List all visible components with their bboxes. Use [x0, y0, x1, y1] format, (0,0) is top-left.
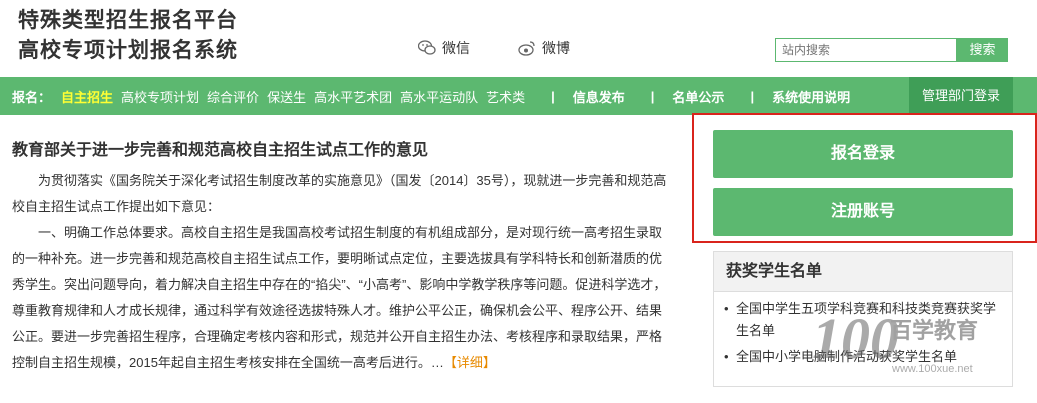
- nav-separator: |: [551, 88, 555, 104]
- nav-item-yishulei[interactable]: 艺术类: [486, 87, 525, 106]
- admin-login-button[interactable]: 管理部门登录: [909, 77, 1013, 115]
- weibo-label: 微博: [542, 40, 570, 56]
- search-input[interactable]: [775, 38, 957, 62]
- nav-item-yishutuan[interactable]: 高水平艺术团: [314, 87, 392, 106]
- weibo-link[interactable]: 微博: [518, 38, 570, 58]
- nav-links: 报名： 自主招生 高校专项计划 综合评价 保送生 高水平艺术团 高水平运动队 艺…: [12, 77, 858, 115]
- award-panel-title: 获奖学生名单: [714, 252, 1012, 292]
- weibo-icon: [518, 41, 535, 56]
- wechat-icon: [418, 40, 436, 55]
- nav-item-list[interactable]: 名单公示: [672, 87, 724, 106]
- nav-item-yundongdui[interactable]: 高水平运动队: [400, 87, 478, 106]
- nav-item-zizhu[interactable]: 自主招生: [61, 87, 113, 106]
- nav-separator: |: [650, 88, 655, 104]
- nav-item-info[interactable]: 信息发布: [573, 87, 625, 106]
- wechat-link[interactable]: 微信: [418, 38, 470, 58]
- site-title: 特殊类型招生报名平台 高校专项计划报名系统: [18, 6, 238, 66]
- nav-item-zonghe[interactable]: 综合评价: [207, 87, 259, 106]
- article-paragraph: 为贯彻落实《国务院关于深化考试招生制度改革的实施意见》（国发〔2014〕35号）…: [12, 173, 667, 214]
- site-title-line1: 特殊类型招生报名平台: [18, 9, 238, 32]
- nav-separator: |: [750, 88, 755, 104]
- nav-item-zhuanxiang[interactable]: 高校专项计划: [121, 87, 199, 106]
- article-body: 一、明确工作总体要求。高校自主招生是我国高校考试招生制度的有机组成部分，是对现行…: [12, 225, 667, 370]
- article-ellipsis: …: [430, 355, 444, 370]
- watermark-cn: 百学教育: [890, 318, 978, 344]
- article-title[interactable]: 教育部关于进一步完善和规范高校自主招生试点工作的意见: [12, 138, 674, 164]
- wechat-label: 微信: [442, 40, 470, 56]
- watermark-big: 100: [812, 306, 899, 371]
- nav-label: 报名：: [12, 89, 52, 105]
- register-account-button[interactable]: 注册账号: [713, 188, 1013, 236]
- search-button[interactable]: 搜索: [957, 38, 1008, 62]
- nav-item-baosong[interactable]: 保送生: [267, 87, 306, 106]
- register-login-button[interactable]: 报名登录: [713, 130, 1013, 178]
- watermark-logo: 100 百学教育 www.100xue.net: [812, 306, 978, 375]
- article: 教育部关于进一步完善和规范高校自主招生试点工作的意见 为贯彻落实《国务院关于深化…: [12, 138, 674, 376]
- watermark-url: www.100xue.net: [891, 363, 973, 375]
- site-title-line2: 高校专项计划报名系统: [18, 39, 238, 62]
- article-paragraph: 一、明确工作总体要求。高校自主招生是我国高校考试招生制度的有机组成部分，是对现行…: [12, 220, 674, 376]
- nav-item-help[interactable]: 系统使用说明: [772, 87, 850, 106]
- main-nav: 报名： 自主招生 高校专项计划 综合评价 保送生 高水平艺术团 高水平运动队 艺…: [0, 77, 1037, 115]
- more-link[interactable]: 【详细】: [444, 355, 496, 370]
